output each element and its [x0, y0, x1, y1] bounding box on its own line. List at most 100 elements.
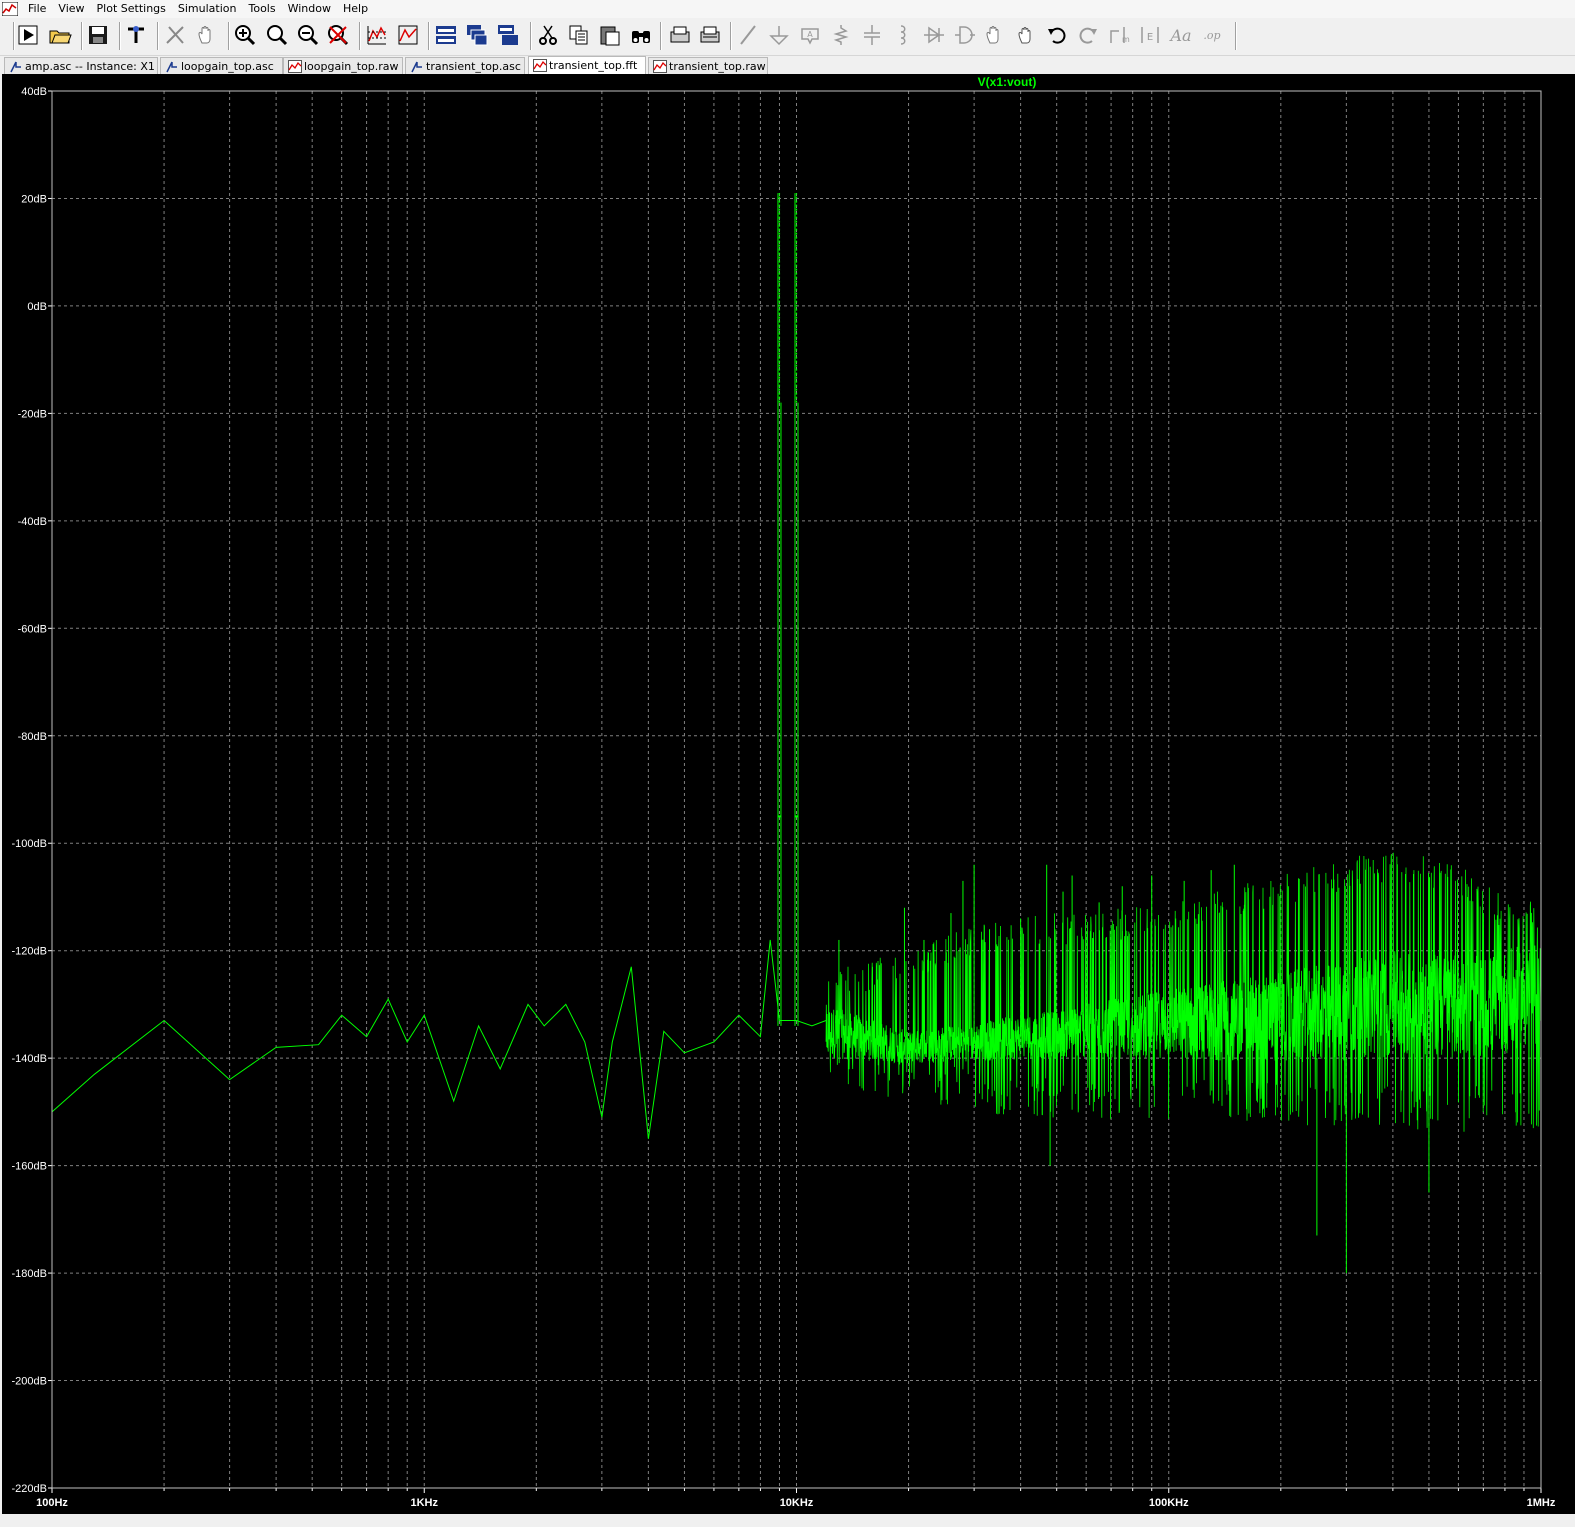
- tab-loopgain-top-asc[interactable]: loopgain_top.asc: [160, 57, 283, 74]
- zoom-fit-button[interactable]: [264, 21, 290, 49]
- tab-label: transient_top.fft: [549, 59, 638, 72]
- tab-amp-asc-instance-x1[interactable]: amp.asc -- Instance: X1: [4, 57, 158, 74]
- schematic-icon: [166, 61, 177, 73]
- capacitor-button[interactable]: [859, 21, 885, 49]
- autoscale-button[interactable]: [364, 21, 390, 49]
- y-tick-label: -80dB: [18, 731, 47, 743]
- zoom-out-button[interactable]: [295, 21, 321, 49]
- menu-tools[interactable]: Tools: [242, 0, 281, 18]
- paste-icon: [600, 26, 620, 46]
- mirror-icon: E: [1141, 27, 1159, 43]
- redo-button[interactable]: [1075, 21, 1101, 49]
- print-icon: [670, 26, 690, 43]
- axis-labels: 40dB 20dB 0dB -20dB -40dB -60dB -80dB -100dB -12…: [12, 86, 1556, 1509]
- run-button[interactable]: [15, 21, 41, 49]
- resistor-button[interactable]: [828, 21, 854, 49]
- wire-button[interactable]: [735, 21, 761, 49]
- resistor-icon: [833, 25, 849, 45]
- save-icon: [89, 26, 107, 44]
- menu-help[interactable]: Help: [337, 0, 374, 18]
- menu-view[interactable]: View: [52, 0, 90, 18]
- capacitor-icon: [864, 25, 880, 45]
- control-panel-button[interactable]: [123, 21, 149, 49]
- zoom-out-icon: [298, 25, 319, 46]
- trace-title[interactable]: V(x1:vout): [978, 75, 1037, 89]
- menu-simulation[interactable]: Simulation: [172, 0, 243, 18]
- inductor-icon: [900, 25, 906, 45]
- svg-text:m: m: [1122, 35, 1130, 44]
- zoom-fit-icon: [267, 25, 288, 46]
- drag-button[interactable]: [1013, 21, 1039, 49]
- rotate-icon: m: [1110, 27, 1130, 44]
- tab-label: loopgain_top.raw: [304, 60, 399, 73]
- toolbar-separator: [359, 22, 361, 50]
- y-tick-label: -160dB: [12, 1161, 47, 1173]
- diode-button[interactable]: [921, 21, 947, 49]
- run-icon: [18, 25, 38, 45]
- menu-plot-settings[interactable]: Plot Settings: [91, 0, 172, 18]
- move-button[interactable]: [982, 21, 1008, 49]
- cut-button[interactable]: [535, 21, 561, 49]
- grid-lines: [51, 90, 1542, 1489]
- x-tick-label: 1KHz: [410, 1497, 438, 1509]
- toolbar-separator: [81, 22, 83, 50]
- print-setup-icon: [700, 26, 720, 43]
- tab-loopgain-top-raw[interactable]: loopgain_top.raw: [283, 57, 403, 74]
- control-panel-icon: [128, 26, 144, 43]
- copy-button[interactable]: [566, 21, 592, 49]
- menu-file[interactable]: File: [22, 0, 52, 18]
- menu-window[interactable]: Window: [282, 0, 337, 18]
- cut-icon: [539, 25, 557, 45]
- toolbar: Am E Aa .op: [0, 18, 1575, 56]
- zoom-in-button[interactable]: [232, 21, 258, 49]
- document-tabs: amp.asc -- Instance: X1 loopgain_top.asc l…: [0, 56, 1575, 74]
- mirror-button[interactable]: E: [1137, 21, 1163, 49]
- y-tick-label: -100dB: [12, 838, 47, 850]
- tab-transient-top-fft[interactable]: transient_top.fft: [528, 56, 646, 74]
- find-button[interactable]: [628, 21, 654, 49]
- text-icon: Aa: [1169, 26, 1192, 45]
- inductor-button[interactable]: [890, 21, 916, 49]
- print-button[interactable]: [667, 21, 693, 49]
- autoscale-icon: [367, 26, 386, 45]
- toolbar-separator: [119, 22, 121, 50]
- rotate-button[interactable]: m: [1107, 21, 1133, 49]
- svg-text:Aa: Aa: [1169, 26, 1192, 45]
- tab-transient-top-asc[interactable]: transient_top.asc: [405, 57, 525, 74]
- print-setup-button[interactable]: [697, 21, 723, 49]
- y-tick-label: -40dB: [18, 516, 47, 528]
- noise-floor-trace: [825, 852, 1542, 1132]
- plot-settings-icon: [398, 25, 418, 45]
- spice-directive-button[interactable]: .op: [1199, 21, 1225, 49]
- zoom-cancel-button[interactable]: [325, 21, 351, 49]
- label-button[interactable]: A: [797, 21, 823, 49]
- menu-items: File View Plot Settings Simulation Tools Wind…: [22, 0, 374, 18]
- component-button[interactable]: [952, 21, 978, 49]
- cut-wire-button[interactable]: [162, 21, 188, 49]
- tile-horizontal-button[interactable]: [433, 21, 459, 49]
- cut-wire-icon: [166, 26, 184, 44]
- y-tick-label: 40dB: [21, 86, 47, 98]
- y-tick-label: 0dB: [27, 301, 47, 313]
- y-tick-label: -120dB: [12, 946, 47, 958]
- save-button[interactable]: [85, 21, 111, 49]
- waveform-plot[interactable]: 40dB 20dB 0dB -20dB -40dB -60dB -80dB -100dB -12…: [2, 74, 1575, 1514]
- text-button[interactable]: Aa: [1168, 21, 1194, 49]
- pan-button[interactable]: [194, 21, 220, 49]
- open-button[interactable]: [47, 21, 73, 49]
- copy-icon: [569, 25, 588, 45]
- x-tick-label: 100Hz: [36, 1497, 68, 1509]
- undo-button[interactable]: [1044, 21, 1070, 49]
- plot-settings-button[interactable]: [395, 21, 421, 49]
- paste-button[interactable]: [597, 21, 623, 49]
- svg-text:E: E: [1147, 32, 1153, 43]
- x-tick-label: 1MHz: [1527, 1497, 1556, 1509]
- toolbar-separator: [530, 22, 532, 50]
- tab-label: transient_top.asc: [426, 60, 521, 73]
- cascade-button[interactable]: [464, 21, 490, 49]
- ground-button[interactable]: [766, 21, 792, 49]
- tab-transient-top-raw[interactable]: transient_top.raw: [648, 57, 768, 74]
- toolbar-separator: [730, 22, 732, 50]
- tile-vertical-button[interactable]: [495, 21, 521, 49]
- zoom-in-icon: [235, 25, 256, 46]
